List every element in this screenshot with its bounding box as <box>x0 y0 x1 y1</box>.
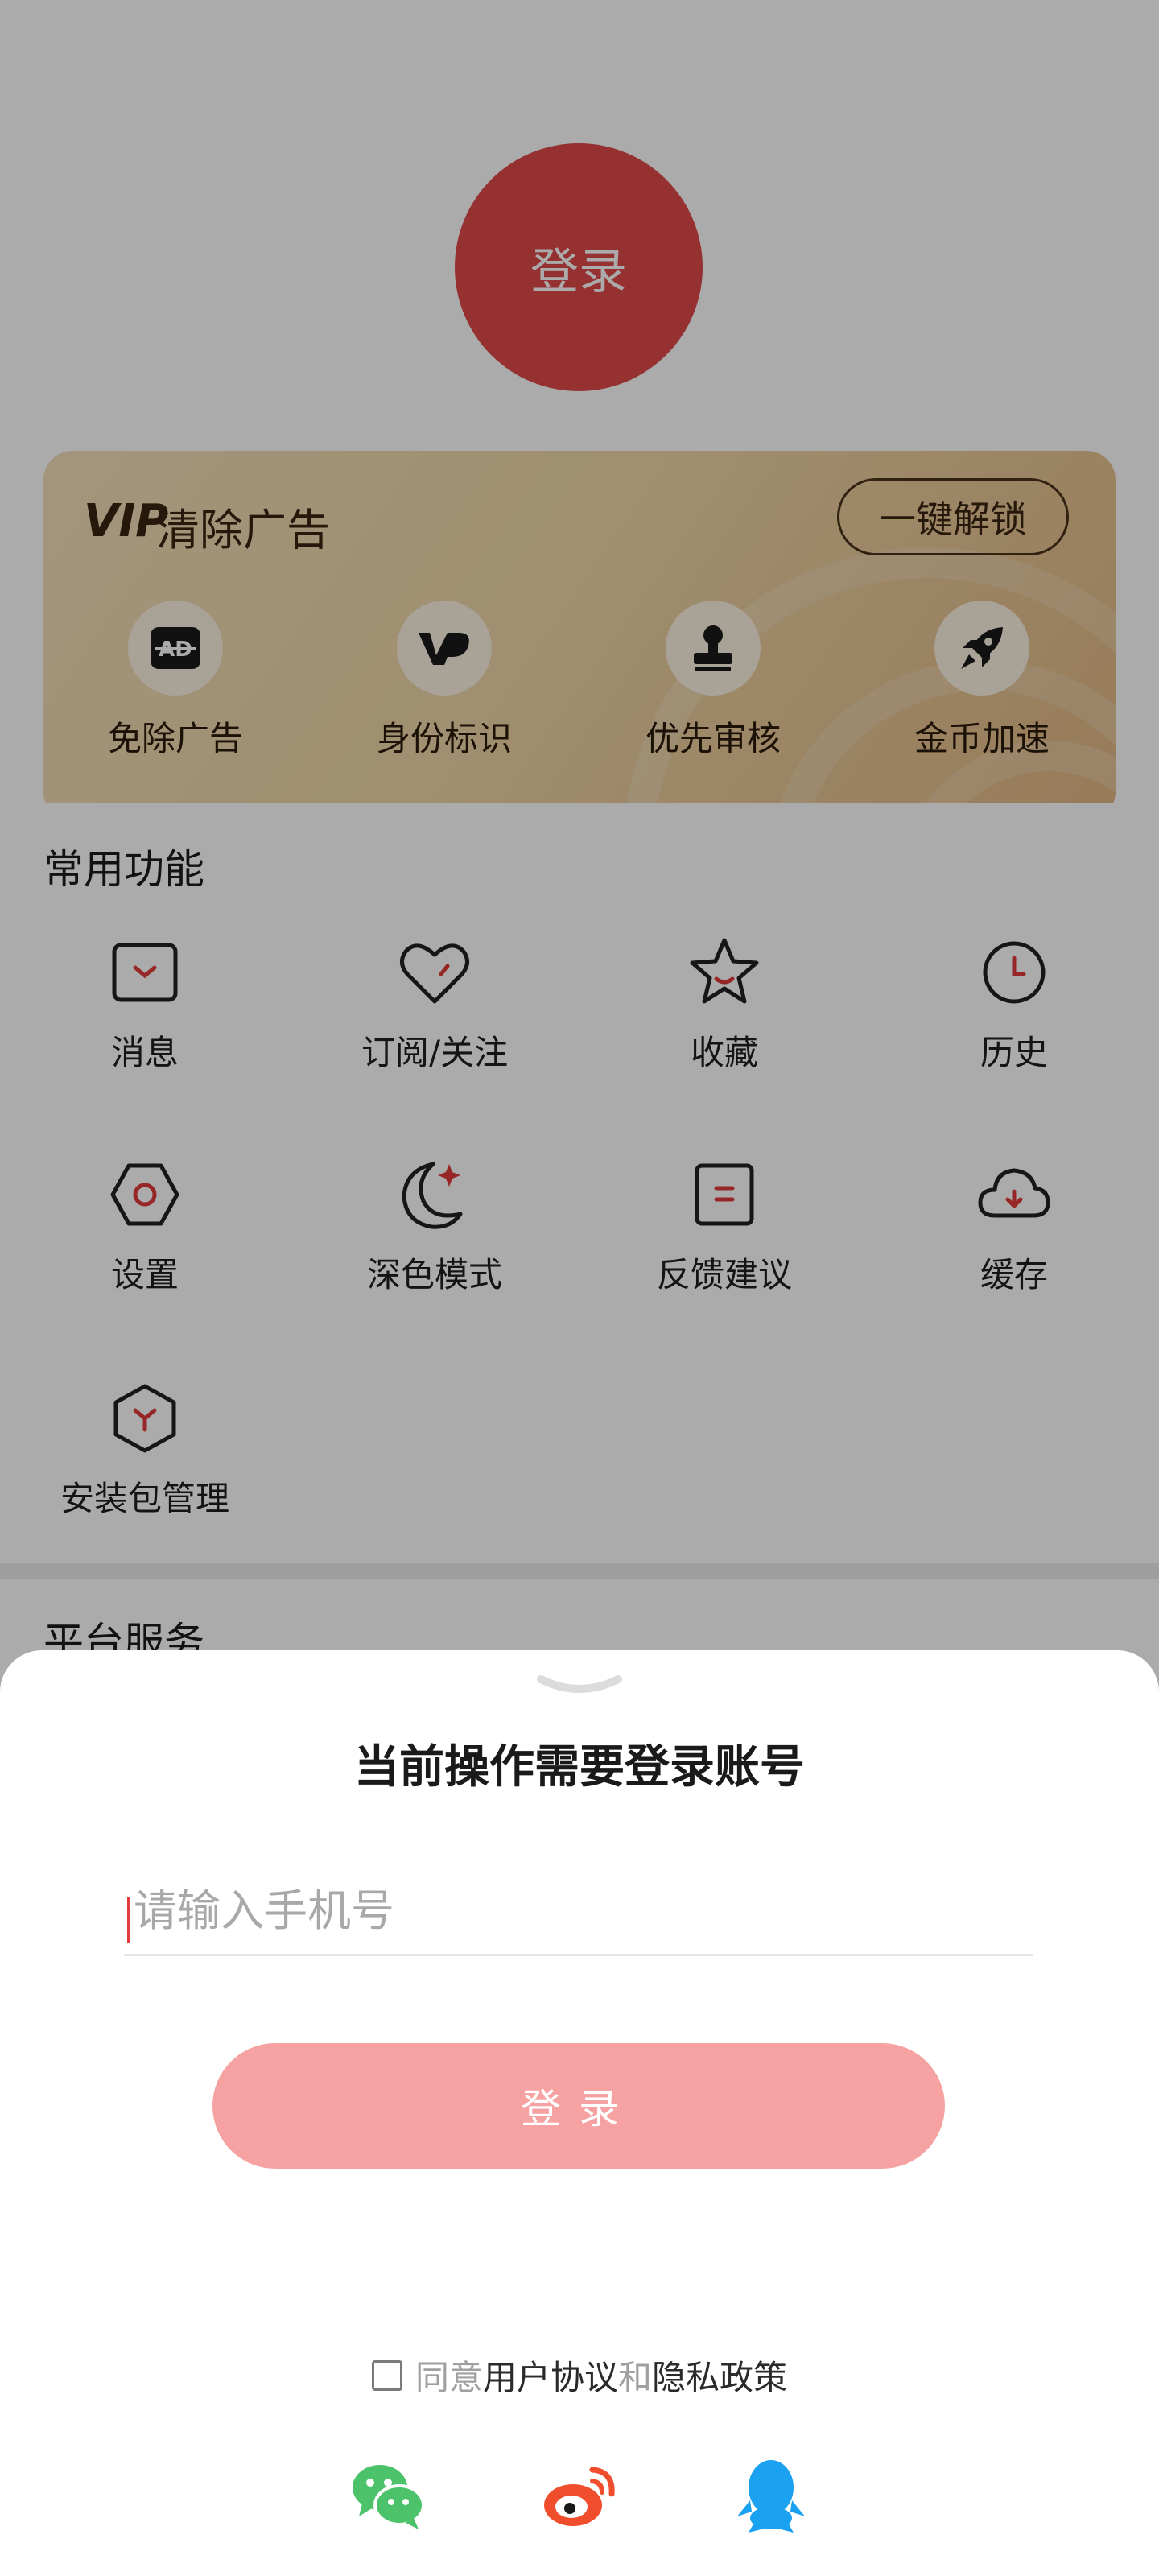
login-bottom-sheet: 当前操作需要登录账号 登录 同意 用户协议 和 隐私政策 <box>0 1650 1159 2576</box>
agree-prefix: 同意 <box>415 2358 483 2397</box>
profile-page: 下午3:50 | 19.3K/s 56 登录 VIP 清除广告 一键解锁 AD … <box>0 0 1159 2576</box>
text-cursor <box>127 1897 130 1943</box>
phone-number-input[interactable] <box>124 1868 1033 1956</box>
qq-icon[interactable] <box>731 2455 811 2536</box>
agree-and: 和 <box>618 2358 653 2397</box>
sheet-handle-chevron-icon[interactable] <box>536 1674 623 1699</box>
wechat-icon[interactable] <box>348 2455 428 2536</box>
user-agreement-link[interactable]: 用户协议 <box>483 2351 618 2400</box>
agreement-row: 同意 用户协议 和 隐私政策 <box>0 2351 1159 2400</box>
sheet-title: 当前操作需要登录账号 <box>354 1741 805 1794</box>
agree-checkbox[interactable] <box>371 2359 402 2391</box>
weibo-icon[interactable] <box>539 2455 620 2536</box>
privacy-policy-link[interactable]: 隐私政策 <box>652 2351 787 2400</box>
login-button[interactable]: 登录 <box>212 2043 945 2169</box>
